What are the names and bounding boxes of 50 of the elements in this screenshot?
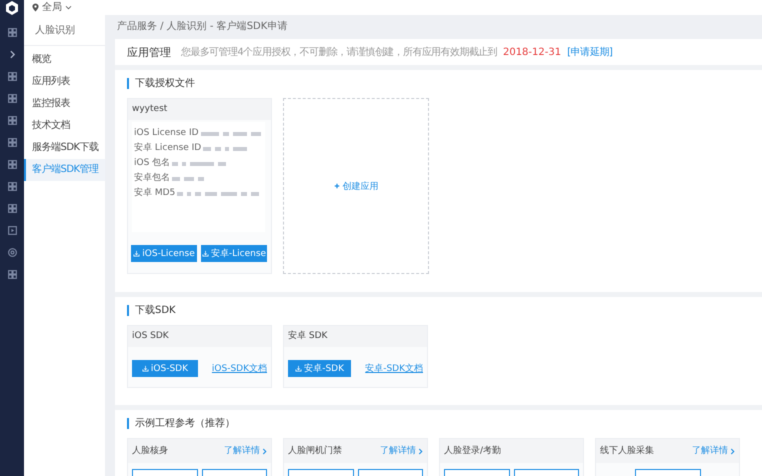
plus-icon bbox=[334, 183, 340, 189]
menu-item[interactable]: 监控报表 bbox=[24, 93, 105, 115]
field-label: iOS 包名 bbox=[134, 158, 170, 169]
details-link[interactable]: 了解详情 bbox=[380, 446, 423, 456]
docs-link[interactable]: 安卓-SDK文档 bbox=[365, 362, 423, 375]
section-title: 下载授权文件 bbox=[127, 78, 750, 89]
details-link[interactable]: 了解详情 bbox=[692, 446, 735, 456]
menu-item[interactable]: 技术文档 bbox=[24, 115, 105, 137]
chevron-right-icon bbox=[418, 448, 423, 454]
field-label: iOS License ID bbox=[134, 128, 199, 139]
field-label: 安卓 MD5 bbox=[134, 188, 176, 199]
field-label: 安卓包名 bbox=[134, 173, 170, 184]
example-title: 人脸闸机门禁 bbox=[288, 446, 342, 456]
download-icon bbox=[202, 250, 209, 257]
breadcrumb: 产品服务 / 人脸识别 - 客户端SDK申请 bbox=[116, 20, 288, 34]
menu-item[interactable]: 服务端SDK下载 bbox=[24, 137, 105, 159]
chevron-right-icon bbox=[730, 448, 735, 454]
menu-item[interactable]: 应用列表 bbox=[24, 71, 105, 93]
download-icon bbox=[142, 365, 149, 372]
menu-item[interactable]: 客户端SDK管理 bbox=[24, 159, 105, 181]
region-selector[interactable]: 全局 bbox=[42, 2, 62, 14]
quota-note: 您最多可管理4个应用授权，不可删除，请谨慎创建，所有应用有效期截止到 bbox=[181, 46, 497, 59]
location-pin-icon bbox=[32, 3, 39, 12]
sdk-card-title: 安卓 SDK bbox=[284, 326, 427, 347]
download-icon bbox=[133, 250, 140, 257]
example-title: 人脸登录/考勤 bbox=[444, 446, 502, 456]
logo-icon[interactable] bbox=[4, 0, 20, 16]
expiry-date: 2018-12-31 bbox=[502, 46, 562, 58]
download-button[interactable]: iOS-License bbox=[131, 245, 197, 262]
page-title: 应用管理 bbox=[127, 44, 171, 60]
docs-link[interactable]: iOS-SDK文档 bbox=[212, 362, 267, 375]
field-label: 安卓 License ID bbox=[134, 143, 202, 154]
menu-item[interactable]: 概览 bbox=[24, 49, 105, 71]
play-icon[interactable] bbox=[6, 225, 18, 236]
app-name: wyytest bbox=[128, 99, 271, 120]
section-title: 下载SDK bbox=[127, 305, 750, 316]
example-title: 线下人脸采集 bbox=[600, 446, 654, 456]
gear-icon[interactable] bbox=[6, 247, 18, 258]
chevron-right-icon bbox=[262, 448, 267, 454]
example-title: 人脸核身 bbox=[132, 446, 168, 456]
sdk-card-title: iOS SDK bbox=[128, 326, 271, 347]
download-button[interactable]: 安卓-SDK bbox=[288, 360, 352, 377]
download-button[interactable]: iOS-SDK bbox=[132, 360, 198, 377]
download-icon bbox=[295, 365, 302, 372]
section-title: 示例工程参考（推荐） bbox=[127, 418, 750, 429]
details-link[interactable]: 了解详情 bbox=[224, 446, 267, 456]
download-button[interactable]: 安卓-License bbox=[201, 245, 267, 262]
create-app-button[interactable]: 创建应用 bbox=[283, 98, 429, 274]
caret-icon[interactable] bbox=[65, 5, 72, 10]
extend-link[interactable]: [申请延期] bbox=[567, 45, 612, 59]
